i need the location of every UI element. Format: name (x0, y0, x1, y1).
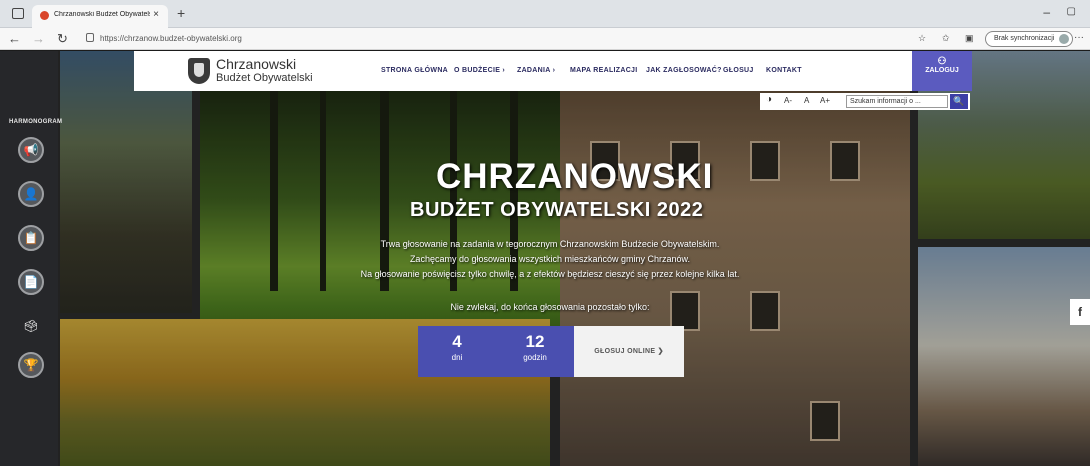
nav-item-about[interactable]: O BUDŻECIE › (454, 67, 505, 74)
tab-bar: Chrzanowski Budżet Obywatelski × + – ▢ (0, 0, 1090, 28)
browser-window: Chrzanowski Budżet Obywatelski × + – ▢ ←… (0, 0, 1090, 466)
font-normal-button[interactable]: A (804, 96, 809, 105)
nav-item-contact[interactable]: KONTAKT (766, 67, 802, 74)
hero-line: Trwa głosowanie na zadania w tegorocznym… (380, 239, 720, 249)
lock-icon[interactable] (86, 33, 94, 42)
profile-avatar-icon (1059, 34, 1069, 44)
hours-value: 12 (525, 332, 545, 351)
nav-item-tasks[interactable]: ZADANIA › (517, 67, 555, 74)
web-page: Chrzanowski Budżet Obywatelski STRONA GŁ… (0, 51, 1090, 466)
sync-status-button[interactable]: Brak synchronizacji (985, 31, 1073, 47)
days-value: 4 (452, 332, 462, 351)
tab-title: Chrzanowski Budżet Obywatelski (54, 11, 150, 18)
font-decrease-button[interactable]: A- (784, 96, 792, 105)
favicon-icon (40, 11, 49, 20)
hero-line: Na głosowanie poświęcisz tylko chwilę, a… (360, 269, 740, 279)
login-label: ZALOGUJ (925, 67, 959, 74)
site-header: Chrzanowski Budżet Obywatelski STRONA GŁ… (134, 51, 972, 91)
sync-label: Brak synchronizacji (994, 35, 1055, 42)
nav-item-map[interactable]: MAPA REALIZACJI (570, 67, 638, 74)
contrast-icon[interactable]: ◑ (766, 94, 772, 105)
reading-view-icon[interactable]: ☆ (918, 33, 926, 44)
favorites-icon[interactable]: ✩ (942, 33, 950, 44)
hero-line: Zachęcamy do głosowania wszystkich miesz… (409, 254, 691, 264)
ballot-box-icon[interactable]: 🗳 (18, 313, 44, 339)
forward-button[interactable]: → (32, 31, 45, 46)
user-icon: ⚇ (937, 56, 947, 67)
countdown: 4 dni 12 godzin GŁOSUJ ONLINE ❯ (418, 326, 684, 377)
coat-of-arms-icon[interactable] (188, 58, 210, 84)
logo-title[interactable]: Chrzanowski (216, 56, 296, 72)
accessibility-bar: ◑ A- A A+ Szukam informacji o ... 🔍 (760, 93, 970, 110)
font-increase-button[interactable]: A+ (820, 96, 830, 105)
address-bar: ← → ↻ https://chrzanow.budzet-obywatelsk… (0, 28, 1090, 50)
url-field[interactable]: https://chrzanow.budzet-obywatelski.org (100, 34, 242, 43)
tab-actions-icon[interactable] (12, 8, 24, 19)
days-label: dni (451, 353, 463, 362)
collections-icon[interactable]: ▣ (965, 33, 974, 44)
person-icon[interactable]: 👤 (18, 181, 44, 207)
reload-button[interactable]: ↻ (57, 31, 68, 47)
new-tab-button[interactable]: + (177, 5, 185, 21)
browser-tab[interactable]: Chrzanowski Budżet Obywatelski × (32, 5, 168, 28)
document-icon[interactable]: 📄 (18, 269, 44, 295)
countdown-hours: 12 godzin (496, 326, 574, 377)
podium-icon[interactable]: 🏆 (18, 352, 44, 378)
maximize-button[interactable]: ▢ (1067, 6, 1076, 17)
nav-item-vote[interactable]: GŁOSUJ (723, 67, 754, 74)
logo-subtitle[interactable]: Budżet Obywatelski (216, 72, 313, 84)
countdown-days: 4 dni (418, 326, 496, 377)
search-input[interactable]: Szukam informacji o ... (846, 95, 948, 108)
vote-online-button[interactable]: GŁOSUJ ONLINE ❯ (574, 326, 684, 377)
schedule-title: HARMONOGRAM (9, 119, 63, 125)
close-tab-icon[interactable]: × (153, 9, 159, 20)
facebook-icon[interactable]: f (1070, 299, 1090, 325)
nav-item-home[interactable]: STRONA GŁÓWNA (381, 67, 448, 74)
more-menu-button[interactable]: ··· (1074, 32, 1084, 43)
minimize-button[interactable]: – (1043, 5, 1050, 19)
hero-title: CHRZANOWSKI (436, 157, 714, 196)
search-button[interactable]: 🔍 (950, 94, 968, 109)
megaphone-icon[interactable]: 📢 (18, 137, 44, 163)
nav-item-how-to-vote[interactable]: JAK ZAGŁOSOWAĆ? (646, 67, 722, 74)
back-button[interactable]: ← (8, 31, 21, 46)
login-button[interactable]: ⚇ ZALOGUJ (912, 51, 972, 91)
hero-subtitle: BUDŻET OBYWATELSKI 2022 (410, 199, 704, 221)
hours-label: godzin (523, 353, 547, 362)
countdown-reminder: Nie zwlekaj, do końca głosowania pozosta… (450, 302, 650, 312)
board-icon[interactable]: 📋 (18, 225, 44, 251)
